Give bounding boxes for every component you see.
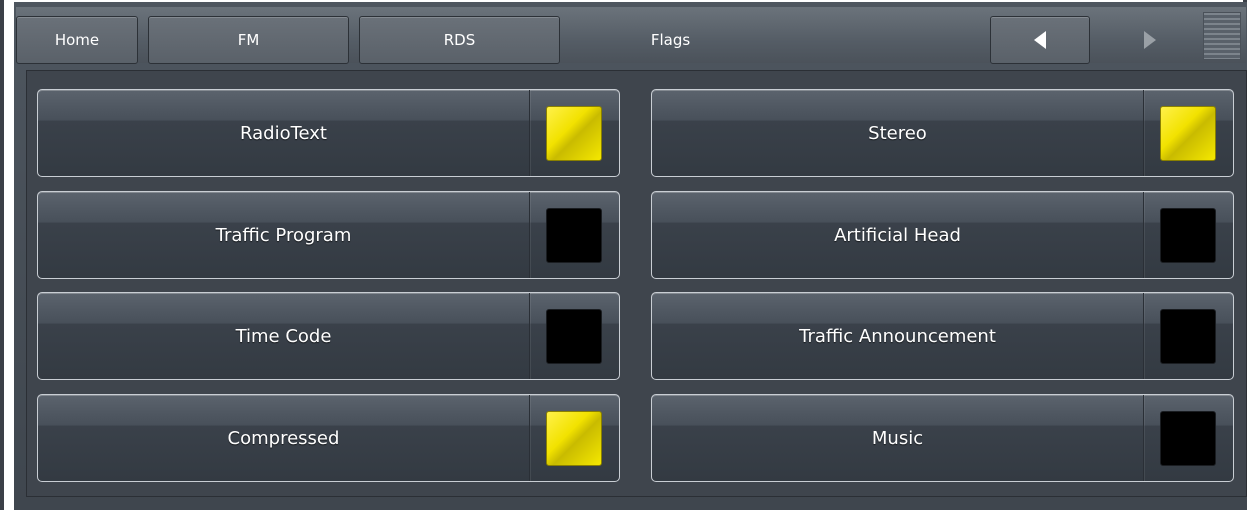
indicator-lamp — [1160, 411, 1216, 466]
flag-label: Traffic Announcement — [799, 325, 996, 347]
flag-traffic-program[interactable]: Traffic Program — [37, 191, 620, 279]
rds-button[interactable]: RDS — [359, 16, 560, 64]
divider — [1143, 90, 1144, 176]
divider — [529, 395, 530, 481]
next-page-button[interactable] — [1100, 16, 1200, 64]
indicator-lamp — [1160, 106, 1216, 161]
chevron-left-icon — [1034, 31, 1046, 49]
window-frame: Home FM RDS Flags RadioText Stereo Traff… — [0, 0, 1247, 510]
flag-traffic-announcement[interactable]: Traffic Announcement — [651, 292, 1234, 380]
previous-page-button[interactable] — [990, 16, 1090, 64]
indicator-lamp — [1160, 208, 1216, 263]
divider — [1143, 192, 1144, 278]
top-nav-bar: Home FM RDS Flags — [16, 7, 1246, 64]
flag-music[interactable]: Music — [651, 394, 1234, 482]
fm-button[interactable]: FM — [148, 16, 349, 64]
flags-panel: RadioText Stereo Traffic Program Artific… — [26, 70, 1247, 497]
flag-label: Traffic Program — [215, 224, 352, 246]
flag-label: Artificial Head — [834, 224, 961, 246]
divider — [1143, 395, 1144, 481]
divider — [529, 192, 530, 278]
chevron-right-icon — [1144, 31, 1156, 49]
divider — [1143, 293, 1144, 379]
divider — [529, 293, 530, 379]
indicator-lamp — [546, 208, 602, 263]
flag-label: Music — [871, 427, 924, 449]
flag-label: Time Code — [235, 325, 332, 347]
indicator-lamp — [1160, 309, 1216, 364]
divider — [529, 90, 530, 176]
menu-lines-icon[interactable] — [1203, 12, 1241, 60]
page-title: Flags — [650, 31, 691, 49]
home-button[interactable]: Home — [16, 16, 138, 64]
flag-label: RadioText — [240, 122, 327, 144]
flag-label: Compressed — [227, 427, 340, 449]
indicator-lamp — [546, 411, 602, 466]
flag-compressed[interactable]: Compressed — [37, 394, 620, 482]
indicator-lamp — [546, 106, 602, 161]
indicator-lamp — [546, 309, 602, 364]
flag-artificial-head[interactable]: Artificial Head — [651, 191, 1234, 279]
flag-stereo[interactable]: Stereo — [651, 89, 1234, 177]
flag-time-code[interactable]: Time Code — [37, 292, 620, 380]
flag-radiotext[interactable]: RadioText — [37, 89, 620, 177]
flag-label: Stereo — [868, 122, 927, 144]
